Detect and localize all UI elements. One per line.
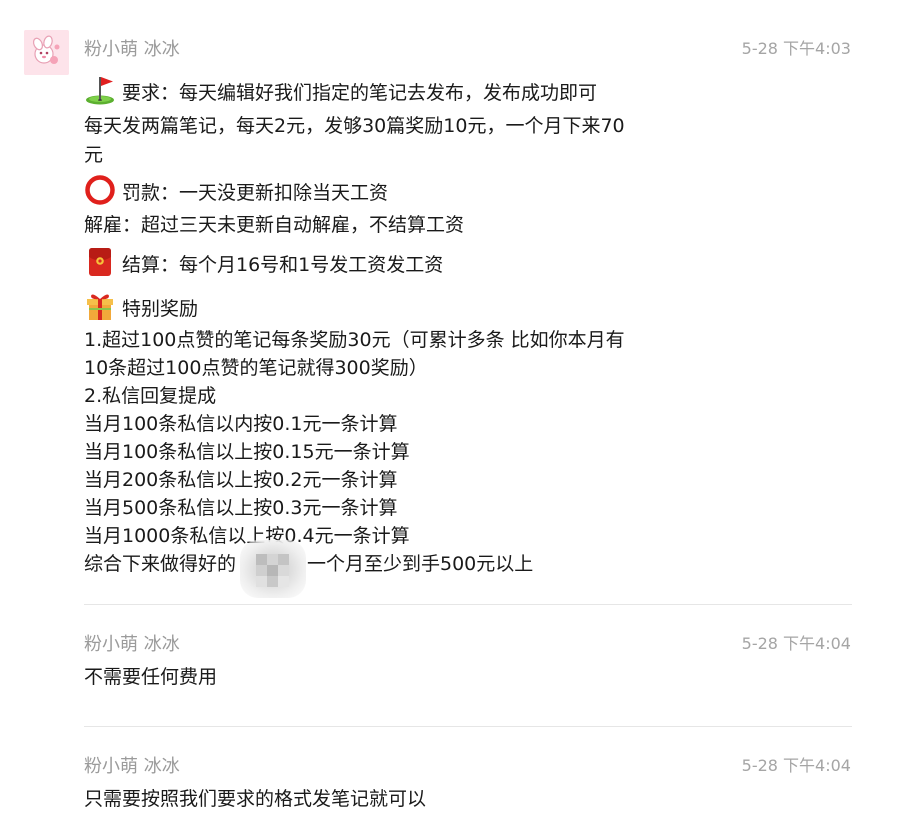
message-divider	[84, 604, 852, 605]
message-text: 特别奖励	[122, 298, 199, 320]
message-line: 解雇：超过三天未更新自动解雇，不结算工资	[84, 214, 465, 236]
message-line: 当月100条私信以内按0.1元一条计算	[84, 413, 398, 435]
message-text: 要求：每天编辑好我们指定的笔记去发布，发布成功即可	[122, 82, 598, 104]
red-envelope-icon	[84, 246, 116, 278]
message-line: 综合下来做得好的	[84, 553, 237, 575]
sender-avatar[interactable]	[24, 30, 69, 75]
message-line: 10条超过100点赞的笔记就得300奖励）	[84, 357, 428, 379]
message-divider	[84, 726, 852, 727]
message-sender[interactable]: 粉小萌 冰冰	[84, 630, 180, 656]
message-line: 结算：每个月16号和1号发工资发工资	[84, 246, 443, 279]
message-timestamp: 5-28 下午4:04	[741, 756, 851, 775]
red-circle-icon	[84, 174, 116, 206]
message-line: 不需要任何费用	[84, 666, 218, 688]
message-line: 一个月至少到手500元以上	[307, 553, 534, 575]
message-line: 当月100条私信以上按0.15元一条计算	[84, 441, 410, 463]
message-line: 要求：每天编辑好我们指定的笔记去发布，发布成功即可	[84, 74, 597, 107]
message-line: 当月200条私信以上按0.2元一条计算	[84, 469, 398, 491]
message-sender[interactable]: 粉小萌 冰冰	[84, 752, 180, 778]
message-line: 元	[84, 144, 104, 166]
message-text: 结算：每个月16号和1号发工资发工资	[122, 254, 444, 276]
message-timestamp: 5-28 下午4:03	[741, 39, 851, 58]
avatar-image	[24, 30, 69, 75]
message-line: 当月500条私信以上按0.3元一条计算	[84, 497, 398, 519]
gift-box-icon	[84, 290, 116, 322]
golf-flag-icon	[84, 74, 116, 106]
message-line: 特别奖励	[84, 290, 198, 323]
message-line: 2.私信回复提成	[84, 385, 217, 407]
message-line: 每天发两篇笔记，每天2元，发够30篇奖励10元，一个月下来70	[84, 115, 625, 137]
message-line: 只需要按照我们要求的格式发笔记就可以	[84, 788, 427, 810]
mosaic-redaction	[240, 540, 306, 598]
message-line: 1.超过100点赞的笔记每条奖励30元（可累计多条 比如你本月有	[84, 329, 625, 351]
message-text: 罚款：一天没更新扣除当天工资	[122, 182, 389, 204]
message-timestamp: 5-28 下午4:04	[741, 634, 851, 653]
message-line: 罚款：一天没更新扣除当天工资	[84, 174, 388, 207]
message-sender[interactable]: 粉小萌 冰冰	[84, 35, 180, 61]
